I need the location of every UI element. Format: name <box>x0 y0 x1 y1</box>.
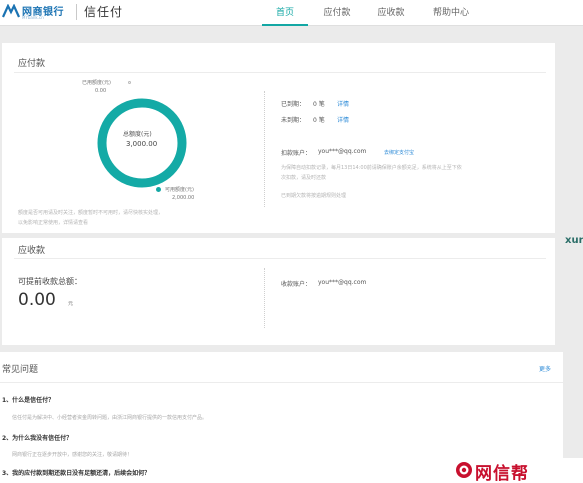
side-watermark: xunlv <box>565 235 583 246</box>
nav-tab-payable[interactable]: 应付款 <box>314 0 360 26</box>
app-title: 信任付 <box>84 5 124 19</box>
pay-desc-line2: 次扣款，请及时还款 <box>281 175 327 181</box>
brand-watermark-text: 网信帮 <box>475 464 529 483</box>
overdue-count: 0 笔 <box>313 101 325 108</box>
receivable-panel: 应收款 可提前收款总额： 0.00 元 收款账户： you***@qq.com <box>2 238 555 345</box>
faq-question-2[interactable]: 2、为什么我没有信任付？ <box>2 433 72 442</box>
bind-alipay-link[interactable]: 去绑定支付宝 <box>384 149 414 156</box>
payable-divider <box>14 72 546 73</box>
faq-question-1[interactable]: 1、什么是信任付？ <box>2 395 54 404</box>
brand-logo-icon <box>456 462 472 478</box>
nav-tab-home[interactable]: 首页 <box>262 0 308 26</box>
receive-account-value: you***@qq.com <box>318 279 367 286</box>
not-due-label: 未到期： <box>281 117 306 124</box>
withdraw-unit: 元 <box>68 301 74 307</box>
bank-logo[interactable]: 网商银行 MYbank.cn <box>2 2 72 22</box>
bank-domain: MYbank.cn <box>22 15 44 20</box>
faq-title: 常见问题 <box>2 365 39 375</box>
faq-question-3[interactable]: 3、我的应付款到期还款日没有足额还清，后续会如何？ <box>2 468 150 477</box>
used-quota-label: 已用额度(元) <box>82 80 111 86</box>
header-divider <box>76 4 77 20</box>
receivable-title: 应收款 <box>18 246 46 256</box>
faq-answer-2: 网商银行正在逐步开放中，感谢您的关注，敬请期待！ <box>12 452 133 458</box>
nav-tab-receivable[interactable]: 应收款 <box>368 0 414 26</box>
nav-tab-help[interactable]: 帮助中心 <box>420 0 482 26</box>
quota-note-line1: 额度是否可用请及时关注，额度暂时不可用时，请尽快核实处理， <box>18 210 164 216</box>
total-quota-value: 3,000.00 <box>126 140 158 148</box>
receivable-column-divider <box>264 268 265 328</box>
pay-desc-line1: 为保障自动扣款记录，每月13日14:00前请确保账户余额充足，系统将从上至下依 <box>281 165 462 171</box>
mybank-logo-icon <box>2 4 20 18</box>
payable-panel: 应付款 已用额度(元) 0.00 可用额度(元) 2,000.00 额度是否可用… <box>2 43 555 233</box>
faq-more-link[interactable]: 更多 <box>539 364 551 373</box>
not-due-detail-link[interactable]: 详情 <box>337 115 349 124</box>
used-quota-marker <box>128 81 131 84</box>
used-quota-value: 0.00 <box>95 88 107 94</box>
not-due-count: 0 笔 <box>313 117 325 124</box>
payable-title: 应付款 <box>18 59 46 69</box>
withdraw-total-label: 可提前收款总额： <box>18 277 82 286</box>
faq-divider <box>0 382 563 383</box>
overdue-label: 已到期： <box>281 101 306 108</box>
withdraw-total-value: 0.00 <box>18 290 56 310</box>
total-quota-label: 总额度(元) <box>123 131 152 138</box>
faq-answer-1: 信任付是为解决中、小经营者资金周转问题，由浙江网商银行提供的一款信用支付产品。 <box>12 415 208 421</box>
available-quota-value: 2,000.00 <box>172 195 195 201</box>
payable-column-divider <box>264 91 265 207</box>
pay-desc-line3: 已到期欠款将按逾期规则处理 <box>281 193 347 199</box>
overdue-detail-link[interactable]: 详情 <box>337 99 349 108</box>
pay-account-label: 扣款账户： <box>281 150 312 157</box>
pay-account-value: you***@qq.com <box>318 148 367 155</box>
quota-note-line2: 以免影响正常使用，详情请查看 <box>18 220 89 226</box>
top-bar: 网商银行 MYbank.cn 信任付 首页 应付款 应收款 帮助中心 <box>0 0 583 26</box>
receive-account-label: 收款账户： <box>281 281 312 288</box>
brand-watermark: 网信帮 <box>447 458 583 483</box>
receivable-divider <box>14 258 546 259</box>
